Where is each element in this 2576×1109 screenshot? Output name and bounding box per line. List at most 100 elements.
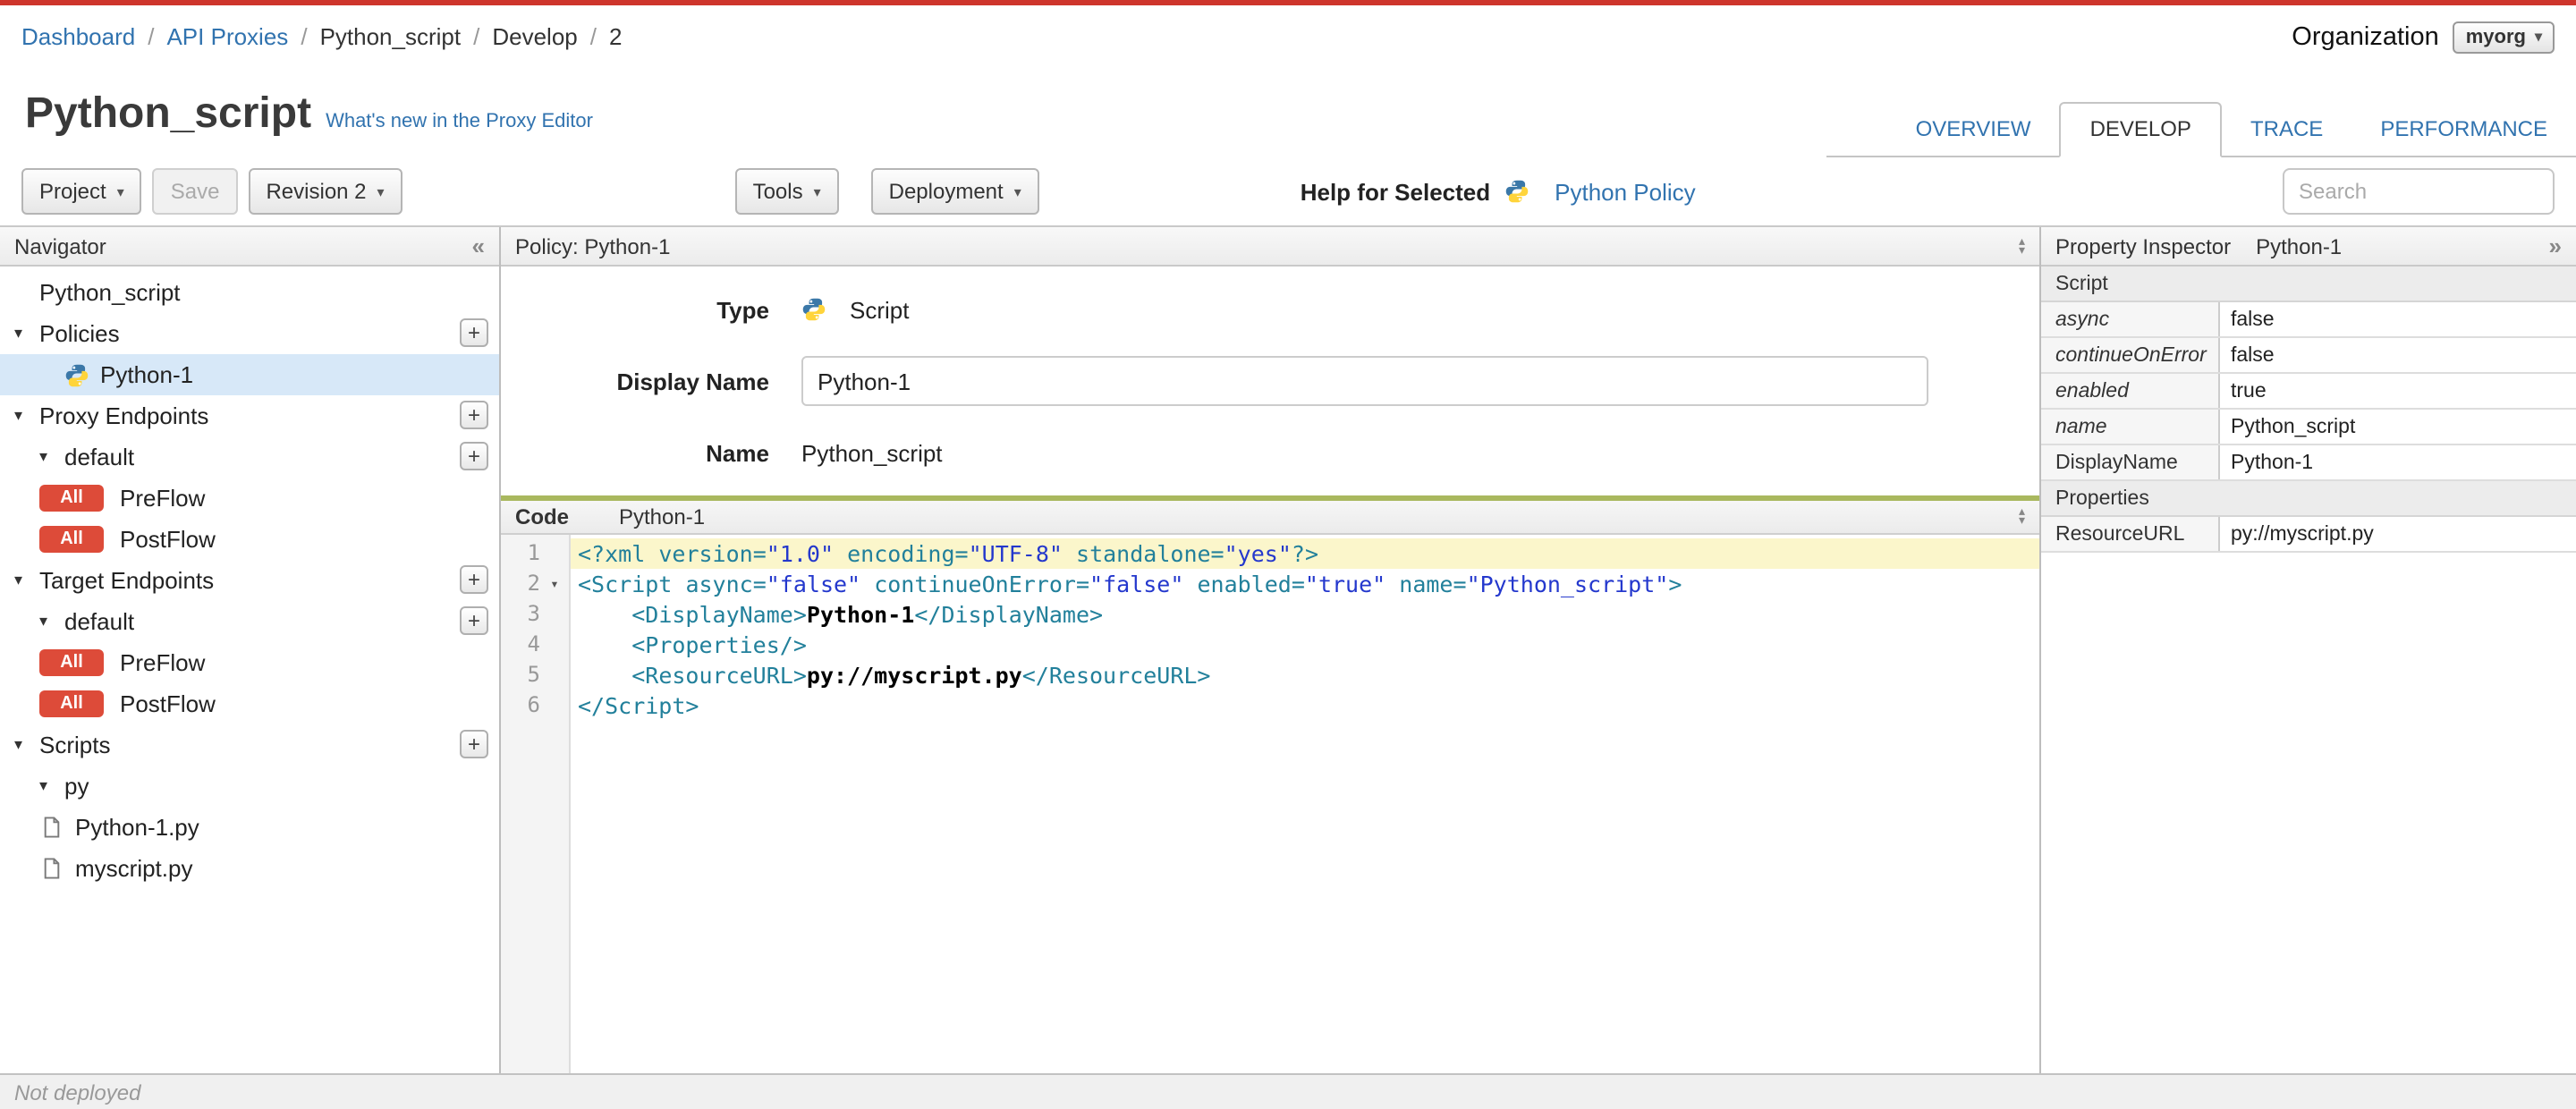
chevron-down-icon: ▾	[1013, 183, 1021, 199]
code-line-1[interactable]: 1 <?xml version="1.0" encoding="UTF-8" st…	[501, 538, 2039, 569]
chevron-down-icon: ▾	[813, 183, 821, 199]
gutter: 6	[501, 690, 571, 721]
tree-item-python-script[interactable]: ▾Python_script	[0, 272, 499, 313]
tree-item-default[interactable]: ▾ default +	[0, 436, 499, 478]
tree-item-postflow[interactable]: All PostFlow	[0, 683, 499, 724]
policy-editor-panel: Policy: Python-1 ▴ ▾ Type Script Display …	[501, 227, 2039, 1073]
expander-icon[interactable]: ▾	[14, 324, 39, 343]
tab-performance[interactable]: PERFORMANCE	[2351, 104, 2576, 156]
tree-item-default[interactable]: ▾ default +	[0, 601, 499, 642]
collapse-up-down-icon[interactable]: ▴ ▾	[2019, 235, 2025, 257]
add-button[interactable]: +	[460, 401, 488, 429]
navigator-header: Navigator «	[0, 227, 499, 267]
name-row: Name Python_script	[501, 431, 2039, 474]
tree-item-label: PostFlow	[120, 526, 216, 553]
status-bar: Not deployed	[0, 1073, 2576, 1109]
tree-item-myscript-py[interactable]: myscript.py	[0, 848, 499, 889]
expander-icon[interactable]: ▾	[14, 735, 39, 755]
breadcrumb-item-api-proxies[interactable]: API Proxies	[166, 23, 288, 50]
property-table: Script async false continueOnError false enab…	[2041, 267, 2576, 1073]
organization-label: Organization	[2292, 22, 2439, 51]
add-button[interactable]: +	[460, 318, 488, 347]
property-row-resourceurl[interactable]: ResourceURL py://myscript.py	[2041, 517, 2576, 553]
tree-item-python-1-py[interactable]: Python-1.py	[0, 807, 499, 848]
add-button[interactable]: +	[460, 730, 488, 758]
line-number: 1	[527, 540, 540, 565]
python-icon	[802, 298, 826, 321]
property-label: DisplayName	[2041, 445, 2220, 479]
policy-header: Policy: Python-1 ▴ ▾	[501, 227, 2039, 267]
gutter: 4	[501, 630, 571, 660]
policy-header-title: Policy: Python-1	[515, 233, 671, 258]
page-title: Python_script	[25, 89, 312, 138]
property-value: Python_script	[2220, 410, 2576, 444]
tree-item-scripts[interactable]: ▾ Scripts +	[0, 724, 499, 766]
collapse-right-icon[interactable]: »	[2549, 233, 2562, 259]
revision-button[interactable]: Revision 2 ▾	[248, 168, 402, 215]
add-button[interactable]: +	[460, 442, 488, 470]
tree-item-label: default	[64, 444, 135, 470]
code-line-4[interactable]: 4 <Properties/>	[501, 630, 2039, 660]
tree-item-preflow[interactable]: All PreFlow	[0, 478, 499, 519]
property-label: ResourceURL	[2041, 517, 2220, 551]
code-text: <DisplayName>Python-1</DisplayName>	[631, 601, 1104, 628]
tree-item-label: py	[64, 773, 89, 800]
fold-icon	[540, 690, 569, 721]
save-button[interactable]: Save	[152, 168, 238, 215]
tree-item-py[interactable]: ▾ py	[0, 766, 499, 807]
property-row-displayname[interactable]: DisplayName Python-1	[2041, 445, 2576, 481]
search-input[interactable]	[2283, 168, 2555, 215]
tools-button[interactable]: Tools ▾	[734, 168, 839, 215]
property-row-async[interactable]: async false	[2041, 302, 2576, 338]
tree-item-postflow[interactable]: All PostFlow	[0, 519, 499, 560]
breadcrumb-item-dashboard[interactable]: Dashboard	[21, 23, 135, 50]
code-line-2[interactable]: 2 ▾ <Script async="false" continueOnError=…	[501, 569, 2039, 599]
tab-overview[interactable]: OVERVIEW	[1887, 104, 2060, 156]
code-line-6[interactable]: 6 </Script>	[501, 690, 2039, 721]
whats-new-link[interactable]: What's new in the Proxy Editor	[326, 111, 593, 132]
file-icon	[44, 817, 60, 838]
expander-icon[interactable]: ▾	[14, 406, 39, 426]
fold-icon	[540, 599, 569, 630]
property-inspector-policy-name: Python-1	[2256, 233, 2343, 258]
file-icon	[44, 858, 60, 879]
tree-item-label: Scripts	[39, 732, 111, 758]
tab-bar: OVERVIEW DEVELOP TRACE PERFORMANCE	[1826, 68, 2576, 157]
code-editor[interactable]: 1 <?xml version="1.0" encoding="UTF-8" st…	[501, 535, 2039, 1073]
tree-item-target-endpoints[interactable]: ▾ Target Endpoints +	[0, 560, 499, 601]
tree-item-preflow[interactable]: All PreFlow	[0, 642, 499, 683]
property-label: async	[2041, 302, 2220, 336]
tree-item-python-1[interactable]: ▾Python-1	[0, 354, 499, 395]
deployment-button[interactable]: Deployment ▾	[870, 168, 1039, 215]
code-line-3[interactable]: 3 <DisplayName>Python-1</DisplayName>	[501, 599, 2039, 630]
project-button[interactable]: Project ▾	[21, 168, 142, 215]
expander-icon[interactable]: ▾	[39, 447, 64, 467]
display-name-input[interactable]	[801, 356, 1928, 406]
tab-trace[interactable]: TRACE	[2222, 104, 2351, 156]
add-button[interactable]: +	[460, 565, 488, 594]
add-button[interactable]: +	[460, 606, 488, 635]
property-section-properties: Properties	[2041, 481, 2576, 517]
organization-select[interactable]: myorg ▾	[2453, 21, 2555, 53]
property-row-enabled[interactable]: enabled true	[2041, 374, 2576, 410]
property-row-continueonerror[interactable]: continueOnError false	[2041, 338, 2576, 374]
flow-condition-badge: All	[39, 690, 104, 717]
tree-item-label: Python-1.py	[75, 814, 199, 841]
collapse-left-icon[interactable]: «	[472, 233, 485, 259]
collapse-up-down-icon[interactable]: ▴ ▾	[2019, 506, 2025, 528]
property-inspector-header: Property Inspector Python-1 »	[2041, 227, 2576, 267]
tab-develop[interactable]: DEVELOP	[2059, 102, 2222, 157]
expander-icon[interactable]: ▾	[39, 776, 64, 796]
expander-icon[interactable]: ▾	[39, 612, 64, 631]
breadcrumb-item-python-script: Python_script	[319, 23, 462, 50]
title-wrap: Python_script What's new in the Proxy Ed…	[25, 68, 593, 157]
python-policy-link[interactable]: Python Policy	[1555, 178, 1696, 205]
tree-item-policies[interactable]: ▾ Policies +	[0, 313, 499, 354]
property-row-name[interactable]: name Python_script	[2041, 410, 2576, 445]
line-number: 5	[527, 662, 540, 687]
code-line-5[interactable]: 5 <ResourceURL>py://myscript.py</Resourc…	[501, 660, 2039, 690]
expander-icon[interactable]: ▾	[14, 571, 39, 590]
tree-item-label: PreFlow	[120, 485, 206, 512]
fold-icon[interactable]: ▾	[540, 569, 569, 599]
tree-item-proxy-endpoints[interactable]: ▾ Proxy Endpoints +	[0, 395, 499, 436]
